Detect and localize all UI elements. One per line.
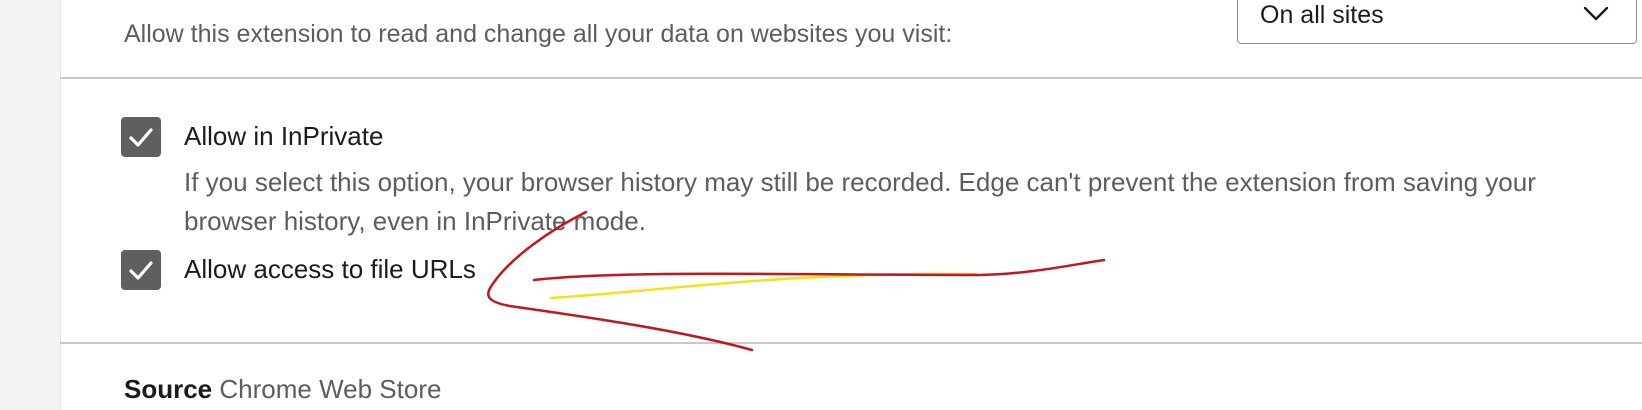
site-access-selected-value: On all sites [1260,1,1384,29]
checkmark-icon [129,128,153,147]
source-value: Chrome Web Store [219,374,442,404]
site-access-dropdown[interactable]: On all sites [1237,0,1637,44]
source-key: Source [124,374,213,404]
section-divider [60,342,1642,344]
site-access-description: Allow this extension to read and change … [124,20,953,48]
allow-inprivate-label[interactable]: Allow in InPrivate [184,121,383,152]
section-divider [60,77,1642,79]
allow-inprivate-checkbox[interactable] [121,117,161,157]
allow-file-urls-checkbox[interactable] [121,250,161,290]
extension-source: Source Chrome Web Store [124,374,441,405]
chevron-down-icon [1583,6,1609,21]
allow-file-urls-label[interactable]: Allow access to file URLs [184,254,476,285]
allow-inprivate-description: If you select this option, your browser … [184,167,1536,236]
checkmark-icon [129,261,153,280]
